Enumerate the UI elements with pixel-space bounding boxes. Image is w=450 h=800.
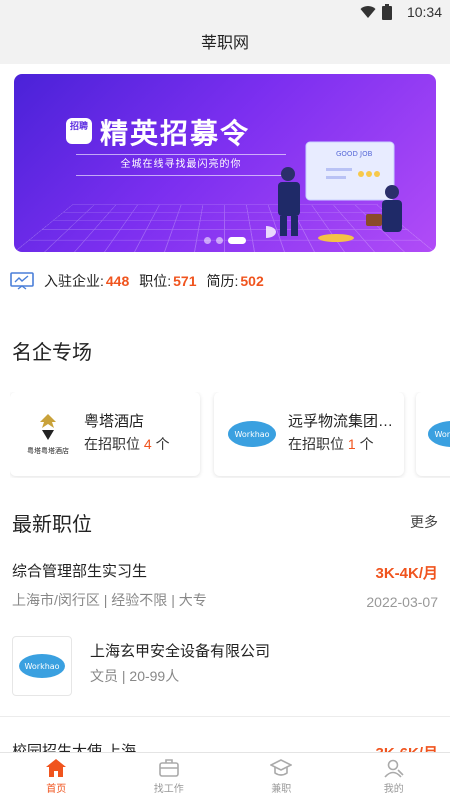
company-jobs-suffix: 个 [359, 436, 374, 452]
banner-pagination[interactable] [204, 237, 246, 244]
job-meta: 上海市/闵行区 | 经验不限 | 大专 [12, 592, 207, 608]
business-people-illustration: GOOD JOB [266, 141, 402, 242]
company-jobs-suffix: 个 [155, 436, 170, 452]
page-title: 莘职网 [200, 35, 249, 52]
banner-card-text: GOOD JOB [336, 150, 373, 158]
tab-profile[interactable]: 我的 [338, 753, 450, 800]
stat-jobs-label: 职位: [139, 273, 172, 289]
tab-label: 我的 [383, 784, 404, 795]
status-icons [360, 4, 392, 20]
stat-enterprises-value: 448 [105, 273, 130, 289]
promo-banner[interactable]: 招聘 精英招募令 全城在线寻找最闪亮的你 GOOD JOB [14, 74, 436, 252]
workhao-logo-text: Workhao [434, 430, 450, 439]
battery-icon [382, 4, 392, 20]
hotel-logo-text: 粤塔粤塔酒店 [27, 446, 69, 455]
company-open-jobs: 在招职位 4 个 [84, 434, 170, 454]
status-time: 10:34 [406, 4, 442, 20]
stat-enterprises-label: 入驻企业: [44, 273, 104, 289]
banner-subline: 全城在线寻找最闪亮的你 [76, 154, 286, 176]
platform-stats: 入驻企业: 448 职位: 571 简历: 502 [10, 270, 274, 292]
stat-resumes-label: 简历: [206, 273, 239, 289]
job-company-name: 上海玄甲安全设备有限公司 [90, 643, 271, 660]
app-header: 莘职网 [0, 24, 450, 64]
job-listing[interactable]: 综合管理部生实习生 3K-4K/月 上海市/闵行区 | 经验不限 | 大专 20… [0, 560, 450, 720]
more-jobs-link[interactable]: 更多 [410, 512, 438, 532]
workhao-logo-icon: Workhao [224, 410, 280, 458]
job-company-meta: 文员 | 20-99人 [90, 668, 180, 684]
workhao-logo-icon: Workhao [424, 410, 450, 458]
job-title: 综合管理部生实习生 [12, 563, 148, 580]
wifi-icon [360, 6, 376, 19]
workhao-logo-icon: Workhao [19, 654, 65, 678]
banner-dot[interactable] [216, 237, 223, 244]
company-jobs-prefix: 在招职位 [84, 436, 140, 452]
banner-headline: 精英招募令 [100, 117, 251, 150]
company-card[interactable]: 粤塔粤塔酒店 粤塔酒店 在招职位 4 个 [10, 392, 200, 476]
hotel-logo-icon: 粤塔粤塔酒店 [20, 410, 76, 458]
company-jobs-count: 1 [347, 436, 356, 452]
tab-label: 找工作 [153, 784, 184, 795]
company-jobs-count: 4 [143, 436, 152, 452]
banner-badge: 招聘 [66, 118, 92, 144]
tab-label: 兼职 [271, 784, 292, 795]
company-jobs-prefix: 在招职位 [288, 436, 344, 452]
company-name: 远孚物流集团有限公司 [288, 413, 396, 430]
home-icon [46, 759, 67, 777]
banner-dot[interactable] [228, 237, 246, 244]
company-name: 粤塔酒店 [84, 413, 145, 430]
banner-dot[interactable] [204, 237, 211, 244]
company-logo[interactable]: Workhao [12, 636, 72, 696]
tab-label: 首页 [46, 784, 67, 795]
company-card[interactable]: Workhao 远孚物流集团有限公司 在招职位 1 个 [214, 392, 404, 476]
tab-part-time[interactable]: 兼职 [225, 753, 338, 800]
profile-icon [384, 759, 404, 778]
tab-find-job[interactable]: 找工作 [113, 753, 226, 800]
status-bar: 10:34 [0, 0, 450, 24]
workhao-logo-text: Workhao [234, 430, 269, 439]
workhao-logo-text: Workhao [24, 662, 59, 671]
graduation-cap-icon [270, 759, 293, 776]
tab-home[interactable]: 首页 [0, 753, 113, 800]
featured-section-title: 名企专场 [12, 342, 92, 364]
featured-companies-carousel[interactable]: 粤塔粤塔酒店 粤塔酒店 在招职位 4 个 Workhao 远孚物流集团有限公司 … [10, 392, 450, 478]
job-date: 2022-03-07 [366, 594, 438, 610]
bottom-tab-bar: 首页 找工作 兼职 我的 [0, 752, 450, 800]
job-salary: 3K-4K/月 [375, 565, 438, 582]
stat-jobs-value: 571 [173, 273, 197, 289]
stat-resumes-value: 502 [240, 273, 264, 289]
company-card[interactable]: Workhao [416, 392, 450, 476]
divider [0, 716, 450, 717]
latest-section-title: 最新职位 [12, 514, 92, 536]
presentation-board-icon [10, 272, 34, 290]
company-open-jobs: 在招职位 1 个 [288, 434, 374, 454]
briefcase-icon [158, 759, 179, 777]
